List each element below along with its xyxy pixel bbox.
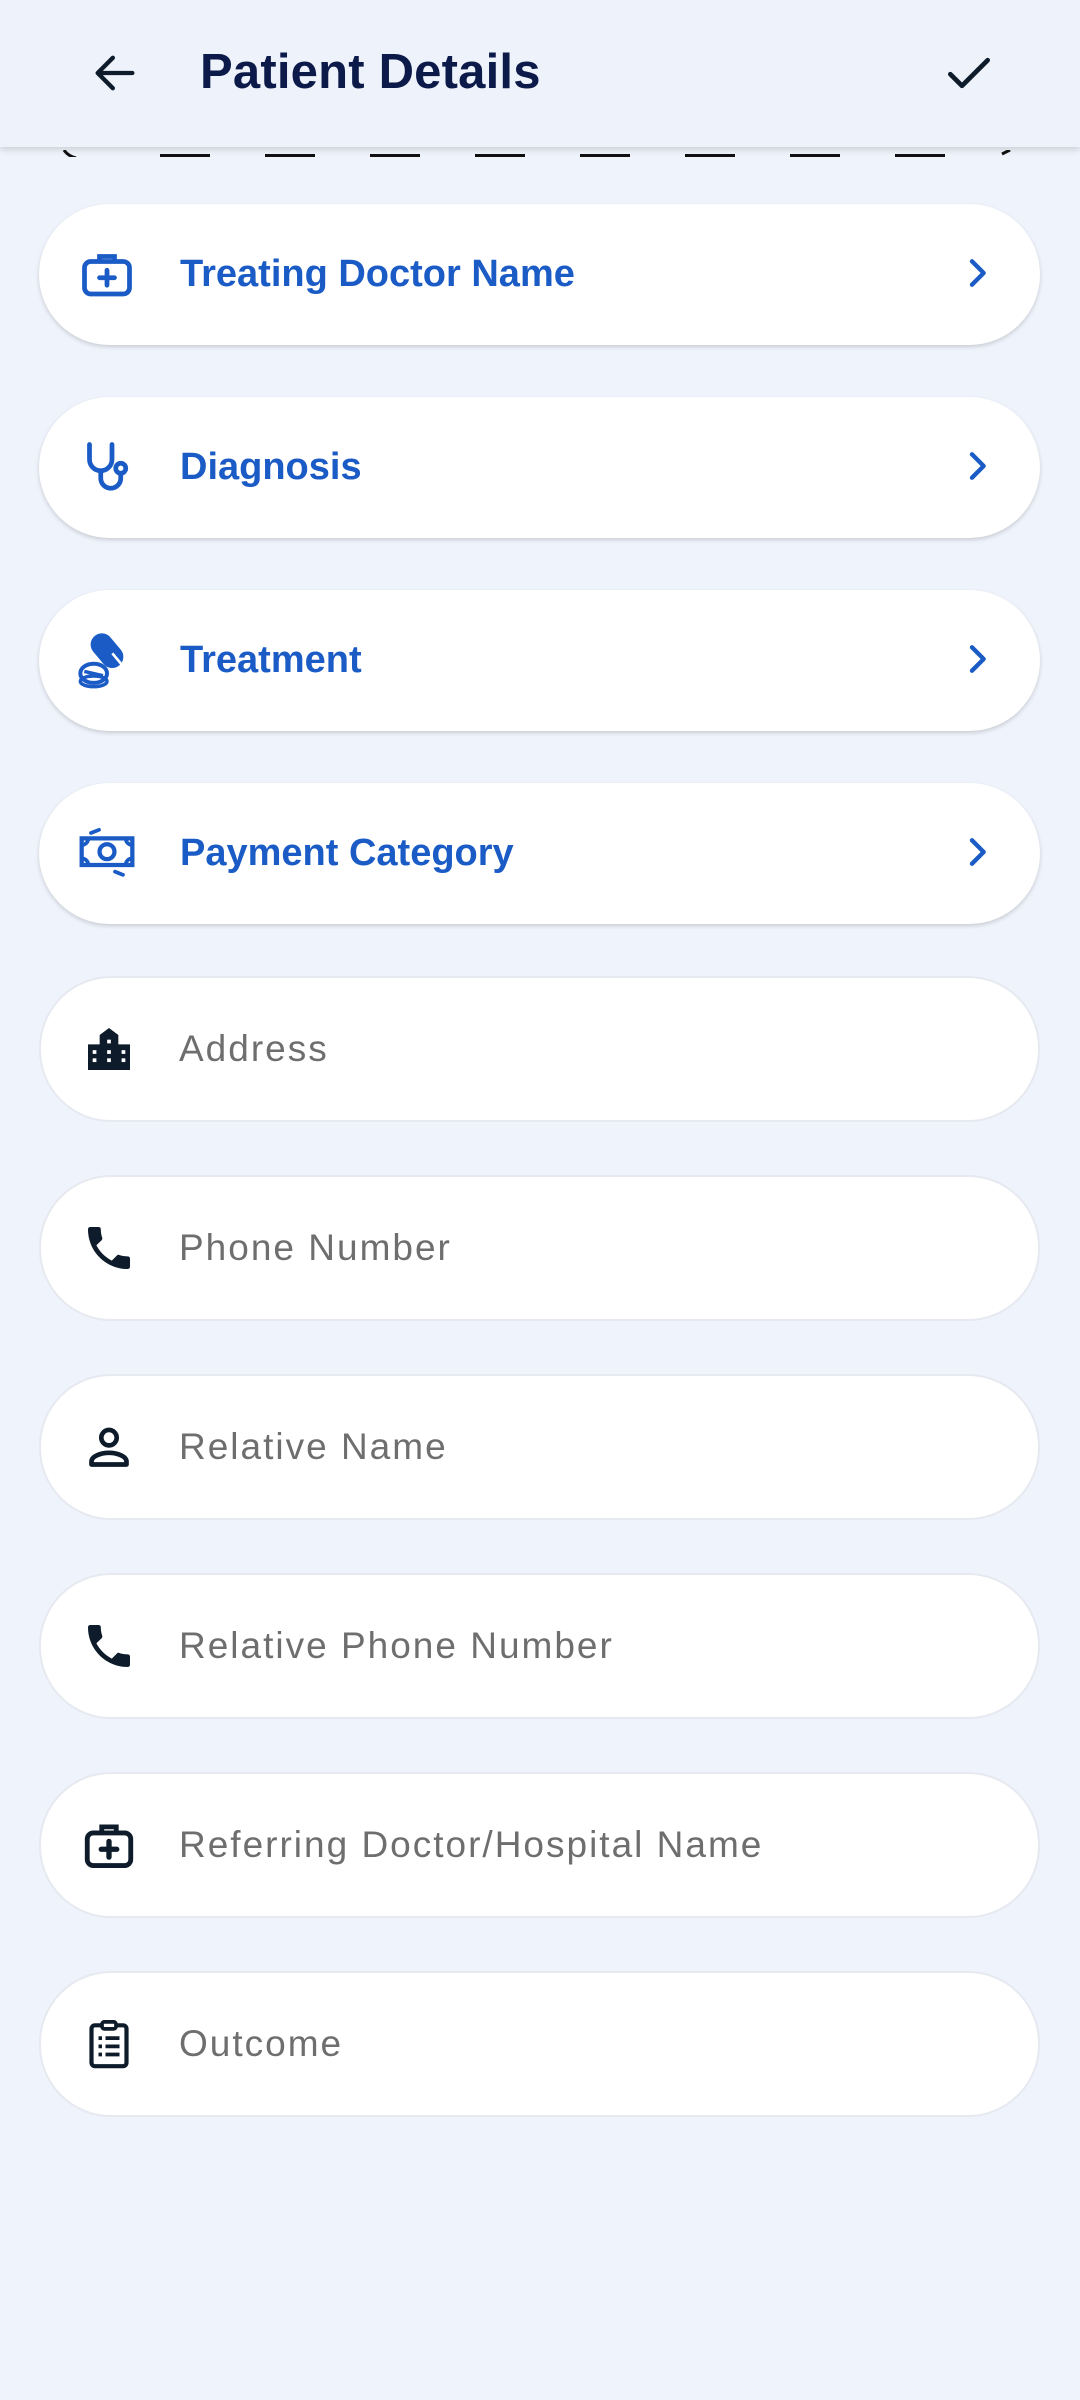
medical-bag-icon [71, 1807, 147, 1883]
scrolled-off-row [0, 147, 1080, 157]
chevron-right-icon [952, 441, 1002, 491]
phone-icon [71, 1210, 147, 1286]
person-icon [71, 1409, 147, 1485]
save-button[interactable] [924, 30, 1014, 116]
page-title: Patient Details [200, 45, 541, 99]
outcome-field [39, 1971, 1040, 2117]
pills-icon [69, 622, 145, 698]
back-button[interactable] [70, 30, 160, 116]
city-icon [71, 1011, 147, 1087]
address-input[interactable] [179, 1016, 999, 1082]
phone-icon [71, 1608, 147, 1684]
stethoscope-icon [69, 429, 145, 505]
treating-doctor-row[interactable]: Treating Doctor Name [39, 204, 1040, 345]
treatment-row[interactable]: Treatment [39, 590, 1040, 731]
payment-category-row[interactable]: Payment Category [39, 783, 1040, 924]
chevron-right-icon [952, 248, 1002, 298]
arrow-left-icon [95, 55, 135, 91]
medical-bag-icon [69, 236, 145, 312]
chevron-right-icon [952, 827, 1002, 877]
relative-phone-field [39, 1573, 1040, 1719]
referring-doctor-field [39, 1772, 1040, 1918]
relative-phone-input[interactable] [179, 1613, 999, 1679]
diagnosis-label: Diagnosis [180, 446, 362, 488]
clipboard-list-icon [71, 2006, 147, 2082]
diagnosis-row[interactable]: Diagnosis [39, 397, 1040, 538]
relative-name-input[interactable] [179, 1414, 999, 1480]
app-bar: Patient Details [0, 0, 1080, 147]
dashes-decoration [62, 148, 1011, 157]
outcome-input[interactable] [179, 2011, 999, 2077]
referring-doctor-input[interactable] [179, 1812, 999, 1878]
chevron-right-icon [952, 634, 1002, 684]
phone-number-input[interactable] [179, 1215, 999, 1281]
treating-doctor-label: Treating Doctor Name [180, 253, 575, 295]
payment-category-label: Payment Category [180, 832, 514, 874]
treatment-label: Treatment [180, 639, 362, 681]
address-field [39, 976, 1040, 1122]
phone-number-field [39, 1175, 1040, 1321]
relative-name-field [39, 1374, 1040, 1520]
check-icon [948, 57, 990, 89]
banknote-icon [69, 815, 145, 891]
